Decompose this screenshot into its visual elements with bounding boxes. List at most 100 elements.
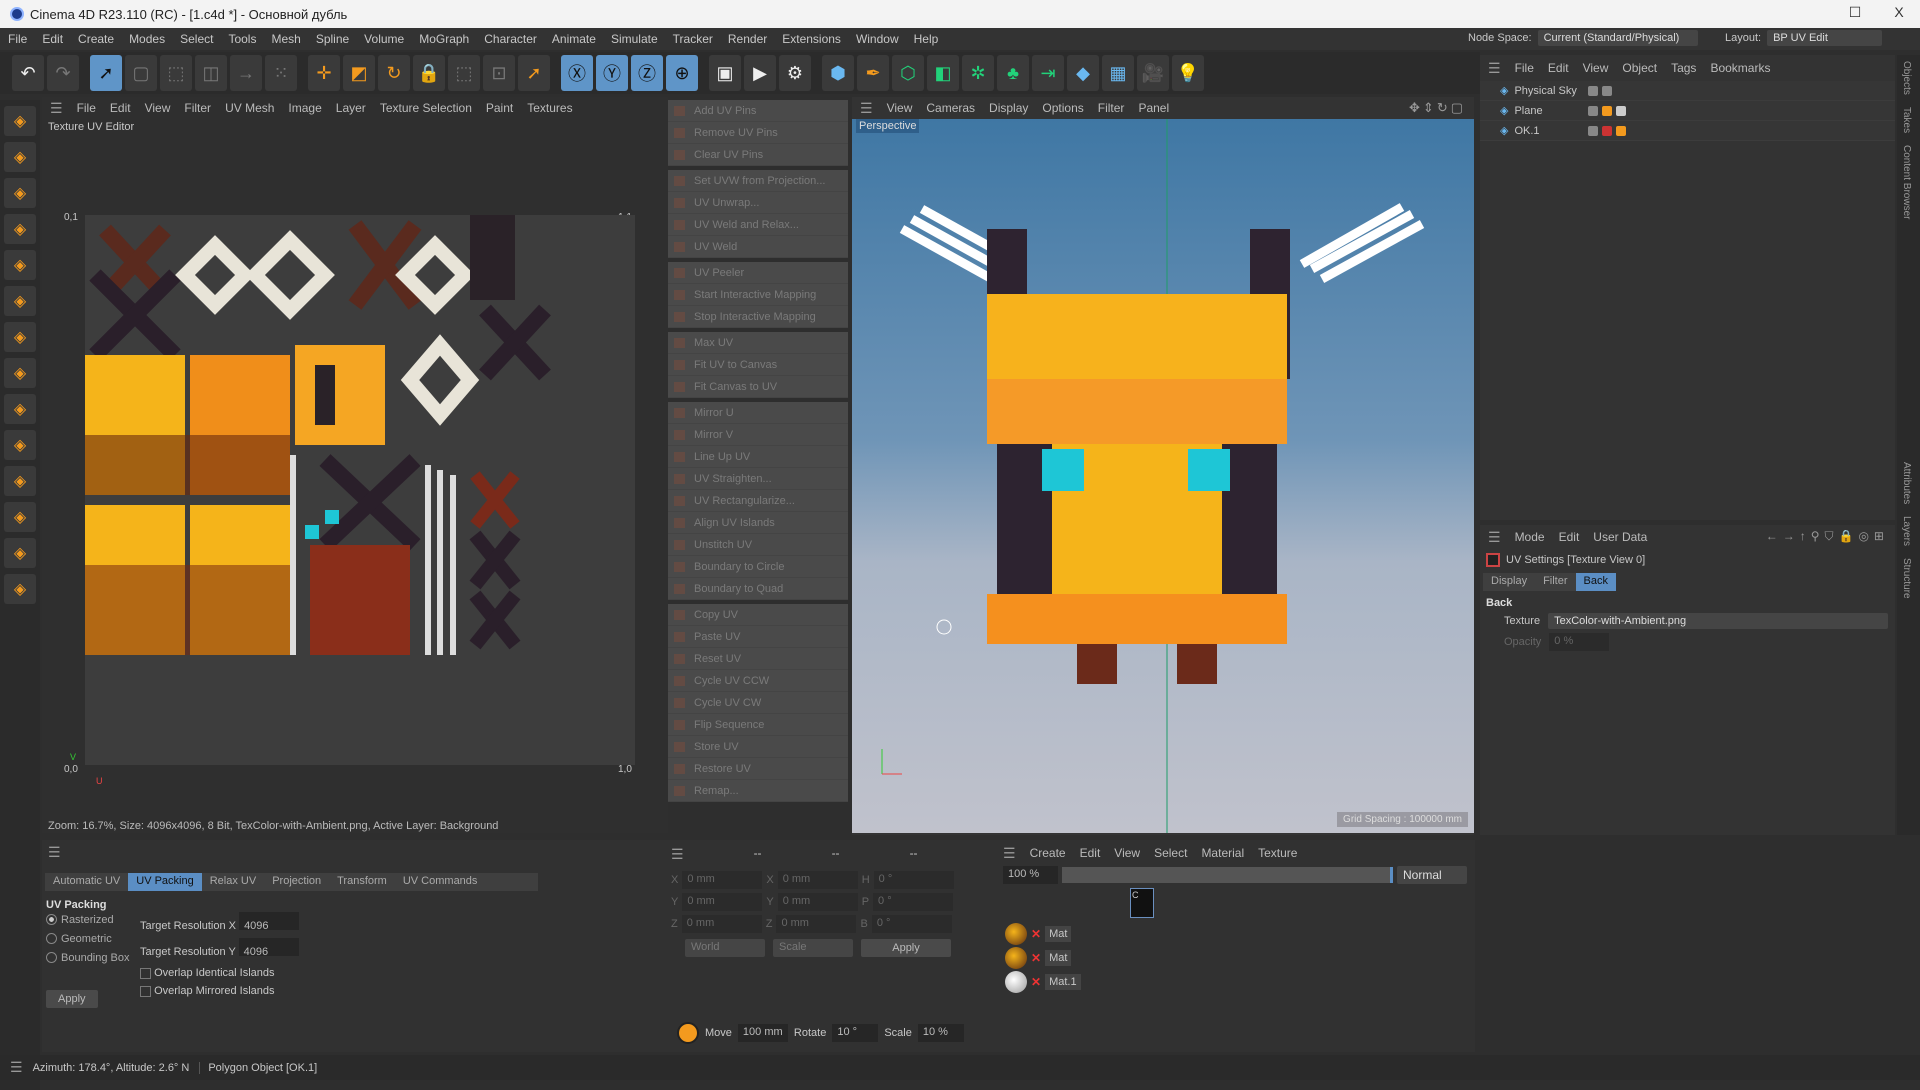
magnet-icon[interactable]: ◈ xyxy=(4,466,36,496)
uv-menu-view[interactable]: View xyxy=(145,101,171,115)
uv-menu-image[interactable]: Image xyxy=(288,101,321,115)
uv-tab-automatic-uv[interactable]: Automatic UV xyxy=(45,873,128,891)
select-line-icon[interactable]: → xyxy=(230,55,262,91)
uv-command-stop-interactive-mapping[interactable]: Stop Interactive Mapping xyxy=(668,306,848,328)
viewport-menu-cameras[interactable]: Cameras xyxy=(926,101,975,115)
object-tag-icon[interactable] xyxy=(1588,85,1599,96)
uv-command-set-uvw-from-projection[interactable]: Set UVW from Projection... xyxy=(668,170,848,192)
menu-mesh[interactable]: Mesh xyxy=(271,32,300,46)
menu-icon[interactable]: ☰ xyxy=(1488,529,1501,546)
subdivision-icon[interactable]: ⬡ xyxy=(892,55,924,91)
menu-icon[interactable]: ☰ xyxy=(1488,60,1501,77)
uv-command-boundary-to-quad[interactable]: Boundary to Quad xyxy=(668,578,848,600)
uv-command-remap[interactable]: Remap... xyxy=(668,780,848,802)
object-tag-icon[interactable] xyxy=(1602,125,1613,136)
select-box-icon[interactable]: ▢ xyxy=(125,55,157,91)
viewport-menu-options[interactable]: Options xyxy=(1042,101,1083,115)
uv-tab-transform[interactable]: Transform xyxy=(329,873,395,891)
object-tag-icon[interactable] xyxy=(1588,105,1599,116)
grid-snap-icon[interactable]: ⬚ xyxy=(448,55,480,91)
uv-menu-edit[interactable]: Edit xyxy=(110,101,131,115)
coordinates-apply-button[interactable]: Apply xyxy=(861,939,951,957)
uv-command-unstitch-uv[interactable]: Unstitch UV xyxy=(668,534,848,556)
world-coordinates-icon[interactable]: ⊕ xyxy=(666,55,698,91)
objects-menu-view[interactable]: View xyxy=(1583,61,1609,75)
coordinate-field[interactable]: 0 mm xyxy=(776,915,857,933)
attribute-tab-back[interactable]: Back xyxy=(1575,573,1616,591)
uv-command-remove-uv-pins[interactable]: Remove UV Pins xyxy=(668,122,848,144)
materials-menu-material[interactable]: Material xyxy=(1201,846,1244,860)
axis-icon[interactable]: ◈ xyxy=(4,322,36,352)
objects-menu-bookmarks[interactable]: Bookmarks xyxy=(1710,61,1770,75)
select-scale-icon[interactable]: ◫ xyxy=(195,55,227,91)
texture-mode-icon[interactable]: ◈ xyxy=(4,142,36,172)
uv-menu-textures[interactable]: Textures xyxy=(527,101,572,115)
attribute-tab-display[interactable]: Display xyxy=(1483,573,1535,591)
uv-command-uv-unwrap[interactable]: UV Unwrap... xyxy=(668,192,848,214)
menu-create[interactable]: Create xyxy=(78,32,114,46)
viewport-menu-panel[interactable]: Panel xyxy=(1138,101,1169,115)
materials-menu-edit[interactable]: Edit xyxy=(1080,846,1101,860)
scale-step-field[interactable]: 10 % xyxy=(917,1024,964,1042)
menu-character[interactable]: Character xyxy=(484,32,537,46)
model-mode-icon[interactable]: ◈ xyxy=(4,106,36,136)
material-item[interactable]: ✕ Mat xyxy=(1005,946,1081,970)
workplane-icon[interactable]: ◈ xyxy=(4,502,36,532)
side-tab-content-browser[interactable]: Content Browser xyxy=(1897,139,1916,225)
objects-menu-tags[interactable]: Tags xyxy=(1671,61,1696,75)
menu-render[interactable]: Render xyxy=(728,32,767,46)
uv-command-paste-uv[interactable]: Paste UV xyxy=(668,626,848,648)
menu-tracker[interactable]: Tracker xyxy=(673,32,713,46)
coordinate-mode-dropdown[interactable]: Scale xyxy=(773,939,853,957)
maximize-button[interactable]: ☐ xyxy=(1840,4,1870,21)
extrude-icon[interactable]: ◧ xyxy=(927,55,959,91)
uv-tab-uv-commands[interactable]: UV Commands xyxy=(395,873,486,891)
pen-icon[interactable]: ✒ xyxy=(857,55,889,91)
menu-icon[interactable]: ☰ xyxy=(42,840,665,865)
uv-mode-icon[interactable]: ◈ xyxy=(4,286,36,316)
viewport-menu-display[interactable]: Display xyxy=(989,101,1028,115)
menu-spline[interactable]: Spline xyxy=(316,32,349,46)
render-settings-icon[interactable]: ⚙ xyxy=(779,55,811,91)
rotate-step-field[interactable]: 10 ° xyxy=(832,1024,879,1042)
attributes-menu-mode[interactable]: Mode xyxy=(1515,530,1545,544)
uv-command-boundary-to-circle[interactable]: Boundary to Circle xyxy=(668,556,848,578)
move-icon[interactable]: ✛ xyxy=(308,55,340,91)
coordinate-field[interactable]: 0 ° xyxy=(871,915,952,933)
materials-menu-create[interactable]: Create xyxy=(1030,846,1066,860)
radio-button[interactable] xyxy=(46,952,57,963)
redo-icon[interactable]: ↷ xyxy=(47,55,79,91)
uv-command-align-uv-islands[interactable]: Align UV Islands xyxy=(668,512,848,534)
uv-menu-layer[interactable]: Layer xyxy=(336,101,366,115)
coordinate-field[interactable]: 0 mm xyxy=(682,893,763,911)
menu-modes[interactable]: Modes xyxy=(129,32,165,46)
field-icon[interactable]: ◆ xyxy=(1067,55,1099,91)
blend-mode-dropdown[interactable]: Normal xyxy=(1397,866,1467,884)
attributes-menu-user-data[interactable]: User Data xyxy=(1593,530,1647,544)
uv-tab-uv-packing[interactable]: UV Packing xyxy=(128,873,202,891)
close-button[interactable]: X xyxy=(1884,4,1914,20)
coordinate-field[interactable]: 0 ° xyxy=(873,871,954,889)
uv-command-max-uv[interactable]: Max UV xyxy=(668,332,848,354)
coordinate-field[interactable]: 0 mm xyxy=(682,871,763,889)
side-tab-layers[interactable]: Layers xyxy=(1897,510,1916,552)
viewport-menu-filter[interactable]: Filter xyxy=(1098,101,1125,115)
layout-dropdown[interactable]: BP UV Edit xyxy=(1767,30,1883,46)
menu-volume[interactable]: Volume xyxy=(364,32,404,46)
snap-icon[interactable]: ⊡ xyxy=(483,55,515,91)
camera-icon[interactable]: 🎥 xyxy=(1137,55,1169,91)
res-y-field[interactable]: 4096 xyxy=(238,938,299,958)
radio-button[interactable] xyxy=(46,933,57,944)
overlap-mirrored-checkbox[interactable] xyxy=(140,985,151,997)
viewport-menu-view[interactable]: View xyxy=(887,101,913,115)
uv-command-uv-weld[interactable]: UV Weld xyxy=(668,236,848,258)
render-picture-icon[interactable]: ▶ xyxy=(744,55,776,91)
side-tab-objects[interactable]: Objects xyxy=(1897,55,1916,101)
edge-mode-icon[interactable]: ◈ xyxy=(4,214,36,244)
uv-menu-paint[interactable]: Paint xyxy=(486,101,513,115)
uv-command-uv-weld-and-relax[interactable]: UV Weld and Relax... xyxy=(668,214,848,236)
live-selection-icon[interactable]: ➚ xyxy=(90,55,122,91)
menu-icon[interactable]: ☰ xyxy=(1003,845,1016,862)
texture-dropdown[interactable]: TexColor-with-Ambient.png xyxy=(1548,613,1889,629)
uv-command-cycle-uv-cw[interactable]: Cycle UV CW xyxy=(668,692,848,714)
